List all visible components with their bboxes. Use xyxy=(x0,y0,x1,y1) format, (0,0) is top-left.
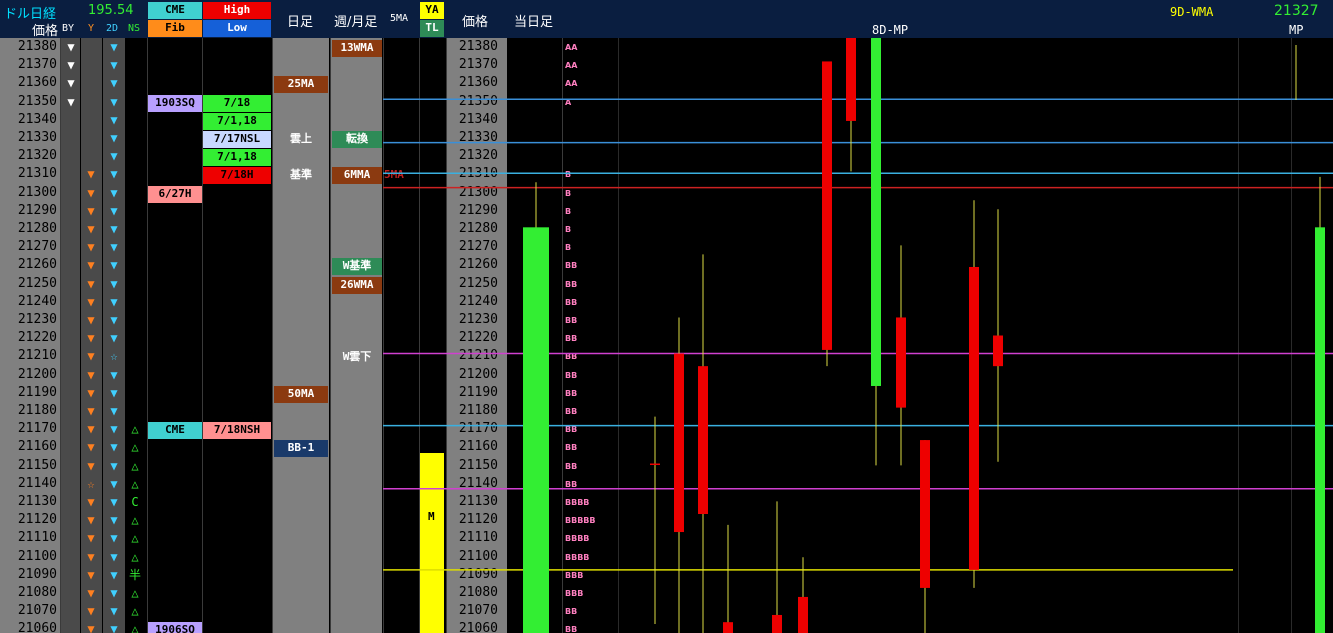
today-bar xyxy=(523,227,549,633)
bear-candle xyxy=(772,614,782,633)
bear-candle xyxy=(798,596,808,633)
bull-candle xyxy=(1315,227,1325,633)
bear-candle xyxy=(896,317,906,408)
bear-candle xyxy=(993,335,1003,367)
trading-board: ドル日経 195.54 価格 BY Y 2D NS CME Fib High L… xyxy=(0,0,1333,633)
bear-candle xyxy=(969,266,979,570)
bear-candle xyxy=(846,38,856,121)
bear-candle xyxy=(698,366,708,514)
bear-candle xyxy=(920,440,930,588)
bear-candle xyxy=(674,353,684,533)
candle-chart xyxy=(383,38,1333,633)
bear-candle xyxy=(650,463,660,466)
bull-candle xyxy=(871,38,881,386)
bear-candle xyxy=(723,622,733,633)
bear-candle xyxy=(822,61,832,350)
